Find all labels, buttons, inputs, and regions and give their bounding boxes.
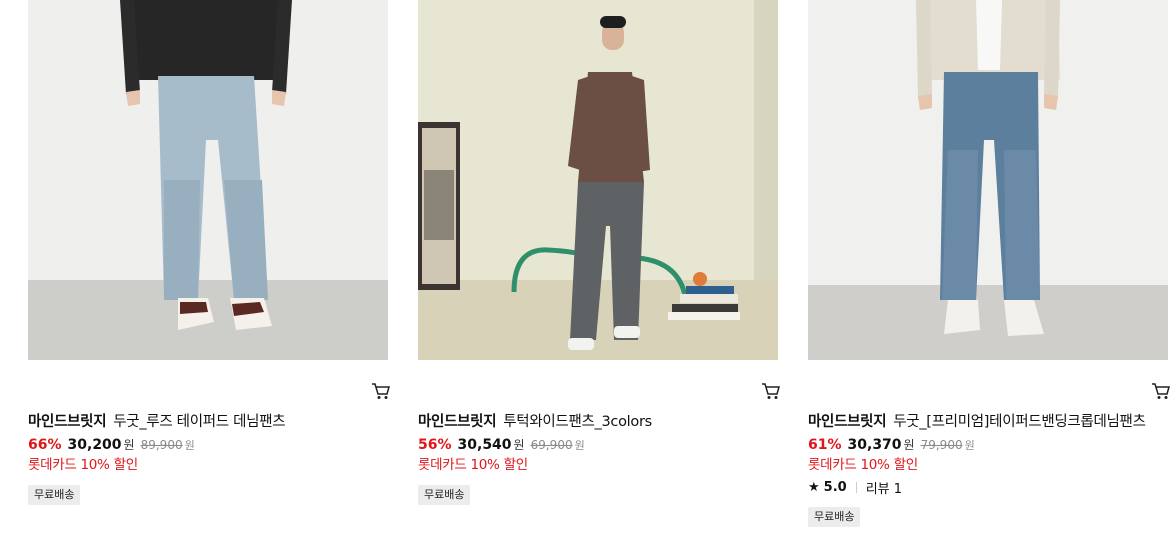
sale-price: 30,540 [457,437,512,453]
product-info: 마인드브릿지 두굿_루즈 테이퍼드 데님팬츠 66% 30,200 원 89,90… [28,411,388,505]
product-image[interactable] [28,0,388,360]
product-info: 마인드브릿지 두굿_[프리미엄]테이퍼드밴딩크롭데님팬츠 61% 30,370 원… [808,411,1168,527]
price-unit: 원 [513,438,525,452]
product-title[interactable]: 마인드브릿지 두굿_[프리미엄]테이퍼드밴딩크롭데님팬츠 [808,411,1168,433]
product-image[interactable] [808,0,1168,360]
brand-name: 마인드브릿지 [808,414,887,430]
discount-rate: 66% [28,437,62,453]
product-name: 두굿_루즈 테이퍼드 데님팬츠 [113,414,286,430]
free-shipping-badge: 무료배송 [808,507,861,527]
product-info: 마인드브릿지 투턱와이드팬츠_3colors 56% 30,540 원 69,90… [418,411,778,505]
brand-name: 마인드브릿지 [28,414,107,430]
cart-icon[interactable] [760,380,782,402]
price-line: 61% 30,370 원 79,900 원 [808,436,1168,455]
discount-rate: 56% [418,437,452,453]
original-price: 69,900 [530,438,573,452]
price-unit: 원 [123,438,135,452]
card-discount: 롯데카드 10% 할인 [808,457,918,473]
cart-icon[interactable] [370,380,392,402]
original-price: 79,900 [920,438,963,452]
card-discount: 롯데카드 10% 할인 [418,457,528,473]
brand-name: 마인드브릿지 [418,414,497,430]
rating-score: 5.0 [823,479,847,495]
original-price-unit: 원 [574,439,585,452]
sale-price: 30,370 [847,437,902,453]
sale-price: 30,200 [67,437,122,453]
divider [855,481,857,493]
original-price: 89,900 [140,438,183,452]
price-unit: 원 [903,438,915,452]
star-icon: ★ [808,479,820,495]
price-line: 66% 30,200 원 89,900 원 [28,436,388,455]
free-shipping-badge: 무료배송 [418,485,471,505]
discount-rate: 61% [808,437,842,453]
rating-line: ★ 5.0 리뷰 1 [808,478,1168,497]
price-line: 56% 30,540 원 69,900 원 [418,436,778,455]
product-card[interactable]: 마인드브릿지 두굿_루즈 테이퍼드 데님팬츠 66% 30,200 원 89,90… [28,0,390,542]
product-image[interactable] [418,0,778,360]
product-name: 투턱와이드팬츠_3colors [503,414,652,430]
original-price-unit: 원 [964,439,975,452]
cart-icon[interactable] [1150,380,1172,402]
card-discount: 롯데카드 10% 할인 [28,457,138,473]
product-name: 두굿_[프리미엄]테이퍼드밴딩크롭데님팬츠 [893,414,1146,430]
product-title[interactable]: 마인드브릿지 투턱와이드팬츠_3colors [418,411,778,433]
product-title[interactable]: 마인드브릿지 두굿_루즈 테이퍼드 데님팬츠 [28,411,388,433]
product-card[interactable]: 마인드브릿지 두굿_[프리미엄]테이퍼드밴딩크롭데님팬츠 61% 30,370 원… [808,0,1170,542]
review-count[interactable]: 리뷰 1 [866,478,902,497]
product-image-jeans-mid [808,0,1168,360]
product-card[interactable]: 마인드브릿지 투턱와이드팬츠_3colors 56% 30,540 원 69,90… [418,0,780,542]
original-price-unit: 원 [184,439,195,452]
free-shipping-badge: 무료배송 [28,485,81,505]
product-image-jeans-light [28,0,388,360]
product-image-wide-pants [418,0,778,360]
